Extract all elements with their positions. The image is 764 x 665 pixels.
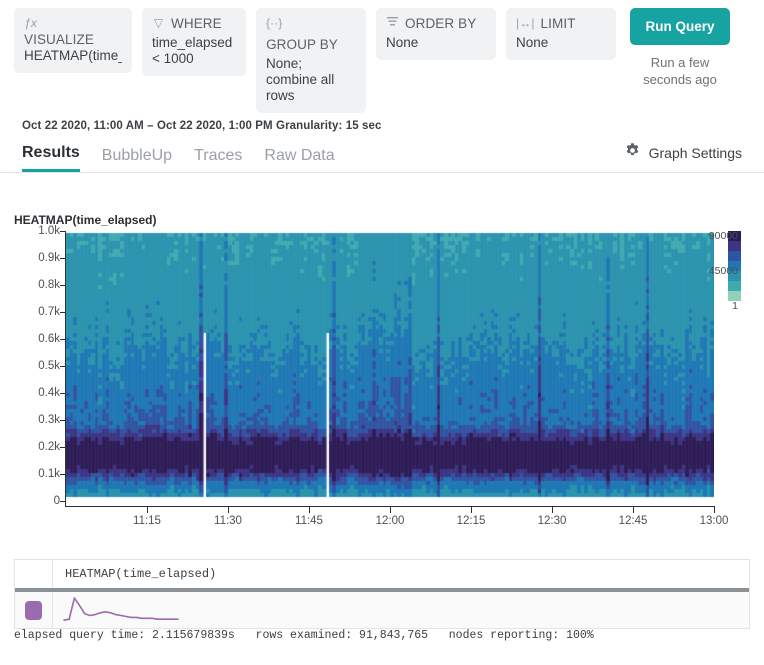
query-stats-footer: elapsed query time: 2.115679839s rows ex… <box>14 629 594 642</box>
table-header-row: HEATMAP(time_elapsed) <box>15 560 749 588</box>
y-axis-tick-mark <box>60 312 65 313</box>
x-axis-tick-label: 12:00 <box>376 515 405 527</box>
y-axis-tick-mark <box>60 447 65 448</box>
x-axis-tick-label: 11:45 <box>295 515 323 527</box>
x-axis-tick-mark <box>309 507 310 513</box>
sparkline-cell <box>53 595 749 625</box>
braces-icon: {··} <box>266 16 282 31</box>
y-axis-tick-mark <box>60 258 65 259</box>
legend-tick-label: 1 <box>732 300 738 312</box>
query-pill-order-by[interactable]: ORDER BY None <box>376 8 496 60</box>
run-query-button[interactable]: Run Query <box>630 8 730 45</box>
run-status-text: Run a few seconds ago <box>628 54 732 88</box>
filter-icon: ▽ <box>152 16 165 31</box>
visualize-value: HEATMAP(time_elapsed) <box>24 48 122 64</box>
group-by-value: None; combine all rows <box>266 56 356 104</box>
y-axis-tick-label: 0.2k <box>14 441 60 453</box>
x-axis-tick-mark <box>552 507 553 513</box>
sort-icon <box>386 16 399 31</box>
y-axis: 0 0.1k 0.2k 0.3k 0.4k 0.5k 0.6k 0.7k 0.8k 0.9k 1.0… <box>10 225 60 507</box>
time-range-label: Oct 22 2020, 11:00 AM – Oct 22 2020, 1:0… <box>22 120 381 132</box>
y-axis-tick-label: 1.0k <box>14 225 60 237</box>
visualize-label: VISUALIZE <box>24 32 94 47</box>
x-axis-tick-label: 12:15 <box>457 515 486 527</box>
legend-color-swatch <box>728 251 741 261</box>
y-axis-tick-mark <box>60 474 65 475</box>
heatmap-canvas <box>66 231 714 501</box>
x-axis-tick-mark <box>228 507 229 513</box>
x-axis-tick-label: 12:45 <box>619 515 648 527</box>
order-by-value: None <box>386 35 486 51</box>
legend-color-swatch <box>728 241 741 251</box>
table-header-swatch-cell <box>15 560 53 588</box>
legend-tick-label: 90000 <box>709 230 738 242</box>
tab-results[interactable]: Results <box>22 144 80 172</box>
query-pill-visualize[interactable]: ƒx VISUALIZE HEATMAP(time_elapsed) <box>14 8 132 73</box>
table-row[interactable] <box>15 592 749 628</box>
x-axis-tick-label: 13:00 <box>700 515 729 527</box>
y-axis-tick-label: 0.8k <box>14 279 60 291</box>
y-axis-tick-label: 0 <box>14 495 60 507</box>
x-axis-tick-mark <box>147 507 148 513</box>
tab-traces[interactable]: Traces <box>194 147 242 172</box>
order-by-label: ORDER BY <box>405 16 476 31</box>
color-legend: 90000450001 <box>722 225 764 315</box>
legend-tick-label: 45000 <box>709 265 738 277</box>
heatmap-plot-area[interactable] <box>66 231 714 501</box>
results-table: HEATMAP(time_elapsed) <box>14 559 750 629</box>
query-pill-limit[interactable]: |↔| LIMIT None <box>506 8 616 60</box>
y-axis-tick-label: 0.9k <box>14 252 60 264</box>
y-axis-tick-mark <box>60 420 65 421</box>
run-query-group: Run Query Run a few seconds ago <box>628 8 732 88</box>
graph-settings-button[interactable]: Graph Settings <box>624 142 742 164</box>
y-axis-tick-mark <box>60 285 65 286</box>
y-axis-tick-label: 0.3k <box>14 414 60 426</box>
where-value: time_elapsed < 1000 <box>152 35 236 67</box>
x-axis-tick-label: 11:30 <box>214 515 242 527</box>
group-by-label: GROUP BY <box>266 37 338 52</box>
limit-label: LIMIT <box>541 16 576 31</box>
y-axis-tick-label: 0.1k <box>14 468 60 480</box>
tabs-bar: Results BubbleUp Traces Raw Data Graph S… <box>0 138 764 173</box>
y-axis-tick-label: 0.4k <box>14 387 60 399</box>
y-axis-tick-mark <box>60 231 65 232</box>
x-axis-tick-label: 12:30 <box>538 515 567 527</box>
query-pill-group-by[interactable]: {··} GROUP BY None; combine all rows <box>256 8 366 113</box>
result-tabs: Results BubbleUp Traces Raw Data <box>22 138 335 172</box>
limit-value: None <box>516 35 606 51</box>
x-axis-tick-mark <box>714 507 715 513</box>
series-swatch-cell <box>15 592 53 628</box>
query-builder-bar: ƒx VISUALIZE HEATMAP(time_elapsed) ▽ WHE… <box>0 0 764 100</box>
tab-bubbleup[interactable]: BubbleUp <box>102 147 172 172</box>
x-axis-tick-mark <box>390 507 391 513</box>
x-axis-tick-mark <box>633 507 634 513</box>
heatmap-chart: 0 0.1k 0.2k 0.3k 0.4k 0.5k 0.6k 0.7k 0.8k 0.9k 1.0… <box>0 225 764 535</box>
x-axis-tick-mark <box>471 507 472 513</box>
legend-color-swatch <box>728 281 741 291</box>
y-axis-tick-label: 0.6k <box>14 333 60 345</box>
graph-settings-label: Graph Settings <box>649 145 742 161</box>
y-axis-tick-mark <box>60 339 65 340</box>
y-axis-tick-mark <box>60 501 65 502</box>
y-axis-tick-mark <box>60 366 65 367</box>
where-label: WHERE <box>171 16 222 31</box>
sparkline-icon <box>61 595 321 625</box>
gear-icon <box>624 142 641 164</box>
x-axis-tick-label: 11:15 <box>133 515 161 527</box>
tab-raw-data[interactable]: Raw Data <box>264 147 334 172</box>
fx-icon: ƒx <box>24 16 37 31</box>
table-header-column-heatmap: HEATMAP(time_elapsed) <box>53 567 749 581</box>
y-axis-tick-label: 0.7k <box>14 306 60 318</box>
query-pill-where[interactable]: ▽ WHERE time_elapsed < 1000 <box>142 8 246 76</box>
measure-icon: |↔| <box>516 16 535 31</box>
y-axis-tick-mark <box>60 393 65 394</box>
series-color-swatch <box>25 601 42 620</box>
y-axis-tick-label: 0.5k <box>14 360 60 372</box>
